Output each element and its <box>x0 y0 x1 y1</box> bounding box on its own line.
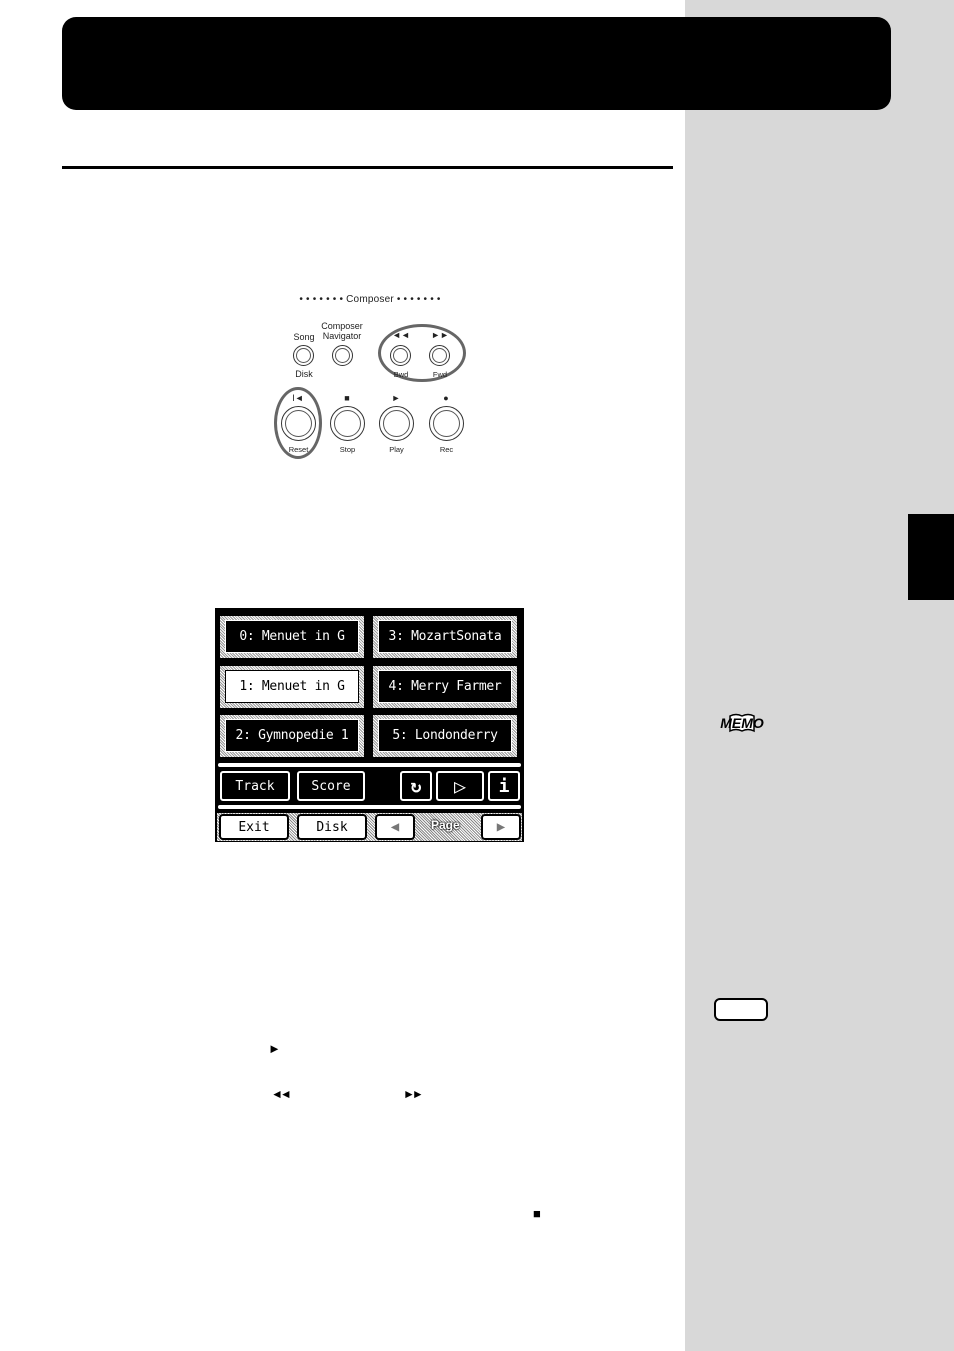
composer-panel-title: • • • • • • • Composer • • • • • • • <box>299 294 441 305</box>
bwd-button[interactable] <box>390 345 411 366</box>
stop-icon: ■ <box>344 393 350 403</box>
inline-stop-icon: ■ <box>533 1206 541 1221</box>
memo-icon: MEMO <box>720 713 764 733</box>
inline-play-icon: ► <box>268 1041 281 1056</box>
song-button[interactable] <box>293 345 314 366</box>
lcd-song-select-screen: 0: Menuet in G 1: Menuet in G 2: Gymnope… <box>215 608 524 842</box>
stop-label: Stop <box>339 445 356 454</box>
composer-navigator-button[interactable] <box>332 345 353 366</box>
disk-button[interactable]: Disk <box>297 814 367 840</box>
bwd-label: Bwd <box>393 370 409 379</box>
note-icon <box>714 998 768 1021</box>
song-slot-label: 1: Menuet in G <box>225 670 359 703</box>
song-slot-label: 3: MozartSonata <box>378 620 512 653</box>
info-icon[interactable]: i <box>488 771 520 801</box>
loop-icon[interactable]: ↻ <box>400 771 432 801</box>
play-label: Play <box>389 445 404 454</box>
song-slot-4[interactable]: 4: Merry Farmer <box>371 664 519 710</box>
song-slot-label: 0: Menuet in G <box>225 620 359 653</box>
page-prev-icon[interactable]: ◀ <box>375 814 415 840</box>
lcd-bottom-row: Exit Disk ◀ Page ▶ <box>217 813 522 841</box>
exit-button[interactable]: Exit <box>219 814 289 840</box>
rec-button[interactable] <box>429 406 464 441</box>
reset-button[interactable] <box>281 406 316 441</box>
section-divider <box>62 166 673 169</box>
song-slot-label: 4: Merry Farmer <box>378 670 512 703</box>
rec-label: Rec <box>439 445 454 454</box>
disk-label: Disk <box>295 369 313 379</box>
chapter-header-bar <box>62 17 891 110</box>
fast-forward-icon: ►► <box>431 330 449 340</box>
page-label: Page <box>431 818 460 832</box>
song-slot-0[interactable]: 0: Menuet in G <box>218 614 366 660</box>
song-slot-label: 2: Gymnopedie 1 <box>225 719 359 752</box>
play-icon[interactable]: ▷ <box>436 771 484 801</box>
song-slot-3[interactable]: 3: MozartSonata <box>371 614 519 660</box>
composer-navigator-label-line1: Composer <box>321 321 363 331</box>
chapter-thumb-tab <box>908 514 954 600</box>
lcd-separator <box>218 763 521 767</box>
memo-label: MEMO <box>720 715 764 731</box>
page-next-icon[interactable]: ▶ <box>481 814 521 840</box>
track-button[interactable]: Track <box>220 771 290 801</box>
play-icon: ► <box>391 393 401 403</box>
inline-rewind-icon: ◄◄ <box>271 1087 292 1101</box>
song-slot-5[interactable]: 5: Londonderry <box>371 713 519 759</box>
play-button[interactable] <box>379 406 414 441</box>
reset-label: Reset <box>288 445 309 454</box>
composer-panel-illustration: • • • • • • • Composer • • • • • • • Son… <box>272 292 468 462</box>
fwd-label: Fwd <box>432 370 448 379</box>
composer-navigator-label-line2: Navigator <box>322 331 362 341</box>
lcd-separator <box>218 805 521 809</box>
sidebar-background <box>685 0 954 1351</box>
song-slot-1[interactable]: 1: Menuet in G <box>218 664 366 710</box>
record-icon: ● <box>443 393 449 403</box>
inline-fast-forward-icon: ►► <box>403 1087 424 1101</box>
reset-icon: I◄ <box>292 393 304 403</box>
rewind-icon: ◄◄ <box>392 330 410 340</box>
song-slot-2[interactable]: 2: Gymnopedie 1 <box>218 713 366 759</box>
stop-button[interactable] <box>330 406 365 441</box>
fwd-button[interactable] <box>429 345 450 366</box>
song-slot-label: 5: Londonderry <box>378 719 512 752</box>
score-button[interactable]: Score <box>297 771 365 801</box>
